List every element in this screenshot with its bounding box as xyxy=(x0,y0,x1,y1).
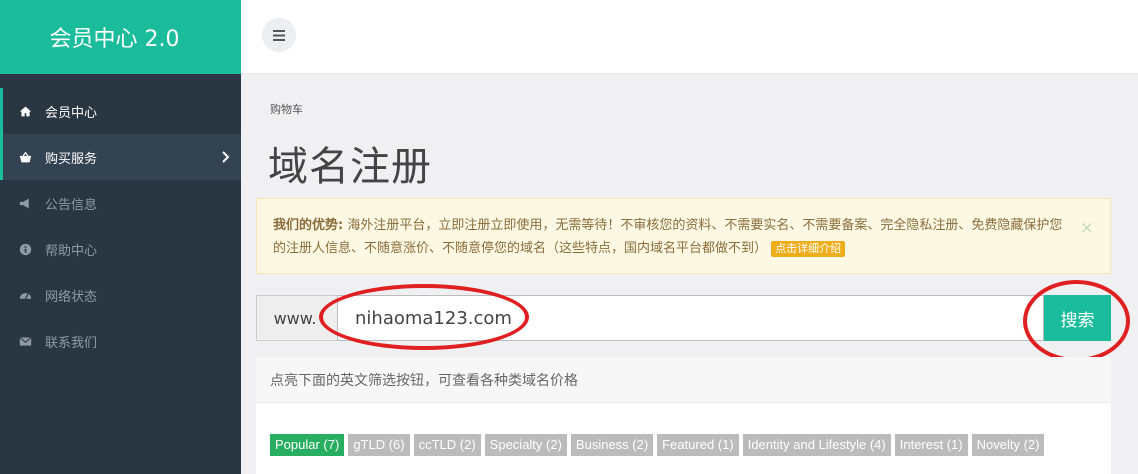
sidebar-item-buy-service[interactable]: 购买服务 xyxy=(0,134,241,180)
advantage-alert: 我们的优势: 海外注册平台，立即注册立即使用，无需等待！不审核您的资料、不需要实… xyxy=(256,198,1111,274)
filter-tag[interactable]: Popular (7) xyxy=(270,434,345,456)
alert-close-button[interactable]: × xyxy=(1080,217,1094,240)
megaphone-icon xyxy=(18,196,32,210)
sidebar: 会员中心 2.0 会员中心 购买服务 公告信息 帮助中心 网络状态 联系我们 xyxy=(0,0,241,474)
basket-icon xyxy=(18,150,32,164)
filter-tag[interactable]: ccTLD (2) xyxy=(413,434,481,456)
filter-tag[interactable]: Featured (1) xyxy=(657,434,739,456)
sidebar-item-label: 会员中心 xyxy=(45,105,98,121)
filter-tag[interactable]: Interest (1) xyxy=(894,434,968,456)
sidebar-item-label: 帮助中心 xyxy=(45,243,98,259)
breadcrumb[interactable]: 购物车 xyxy=(270,101,303,117)
filter-tag[interactable]: Specialty (2) xyxy=(484,434,567,456)
sidebar-item-label: 公告信息 xyxy=(45,197,98,213)
sidebar-item-member-center[interactable]: 会员中心 xyxy=(0,88,241,134)
filter-tag[interactable]: Business (2) xyxy=(570,434,654,456)
home-icon xyxy=(18,104,32,118)
envelope-icon xyxy=(18,334,32,348)
sidebar-item-network-status[interactable]: 网络状态 xyxy=(0,272,241,318)
domain-search-bar: www. 搜索 xyxy=(256,295,1111,341)
main-content: 购物车 域名注册 我们的优势: 海外注册平台，立即注册立即使用，无需等待！不审核… xyxy=(241,74,1138,474)
filter-hint: 点亮下面的英文筛选按钮，可查看各种类域名价格 xyxy=(256,357,1111,403)
filter-tag-list: Popular (7) gTLD (6) ccTLD (2) Specialty (2… xyxy=(270,434,1045,456)
tld-filter-panel: 点亮下面的英文筛选按钮，可查看各种类域名价格 Popular (7) gTLD (… xyxy=(256,357,1111,474)
brand-title[interactable]: 会员中心 2.0 xyxy=(0,0,241,74)
sidebar-item-announcements[interactable]: 公告信息 xyxy=(0,180,241,226)
dashboard-icon xyxy=(18,288,32,302)
sidebar-item-help-center[interactable]: 帮助中心 xyxy=(0,226,241,272)
info-icon xyxy=(18,242,32,256)
sidebar-item-label: 联系我们 xyxy=(45,335,98,351)
topbar xyxy=(241,0,1138,74)
hamburger-icon xyxy=(273,29,285,41)
domain-search-input[interactable] xyxy=(337,295,1044,341)
www-prefix-label: www. xyxy=(256,295,337,341)
sidebar-item-label: 购买服务 xyxy=(45,151,98,167)
filter-tag[interactable]: gTLD (6) xyxy=(348,434,410,456)
alert-heading: 我们的优势: xyxy=(273,218,344,233)
sidebar-item-label: 网络状态 xyxy=(45,289,98,305)
sidebar-nav: 会员中心 购买服务 公告信息 帮助中心 网络状态 联系我们 xyxy=(0,88,241,364)
filter-tag[interactable]: Novelty (2) xyxy=(971,434,1045,456)
sidebar-item-contact-us[interactable]: 联系我们 xyxy=(0,318,241,364)
alert-text: 海外注册平台，立即注册立即使用，无需等待！不审核您的资料、不需要实名、不需要备案… xyxy=(273,218,1063,256)
search-button[interactable]: 搜索 xyxy=(1044,295,1111,341)
page-title: 域名注册 xyxy=(268,144,432,190)
menu-toggle-button[interactable] xyxy=(262,18,296,52)
filter-tag[interactable]: Identity and Lifestyle (4) xyxy=(742,434,891,456)
chevron-right-icon xyxy=(222,151,230,163)
details-link-badge[interactable]: 点击详细介绍 xyxy=(771,241,846,257)
